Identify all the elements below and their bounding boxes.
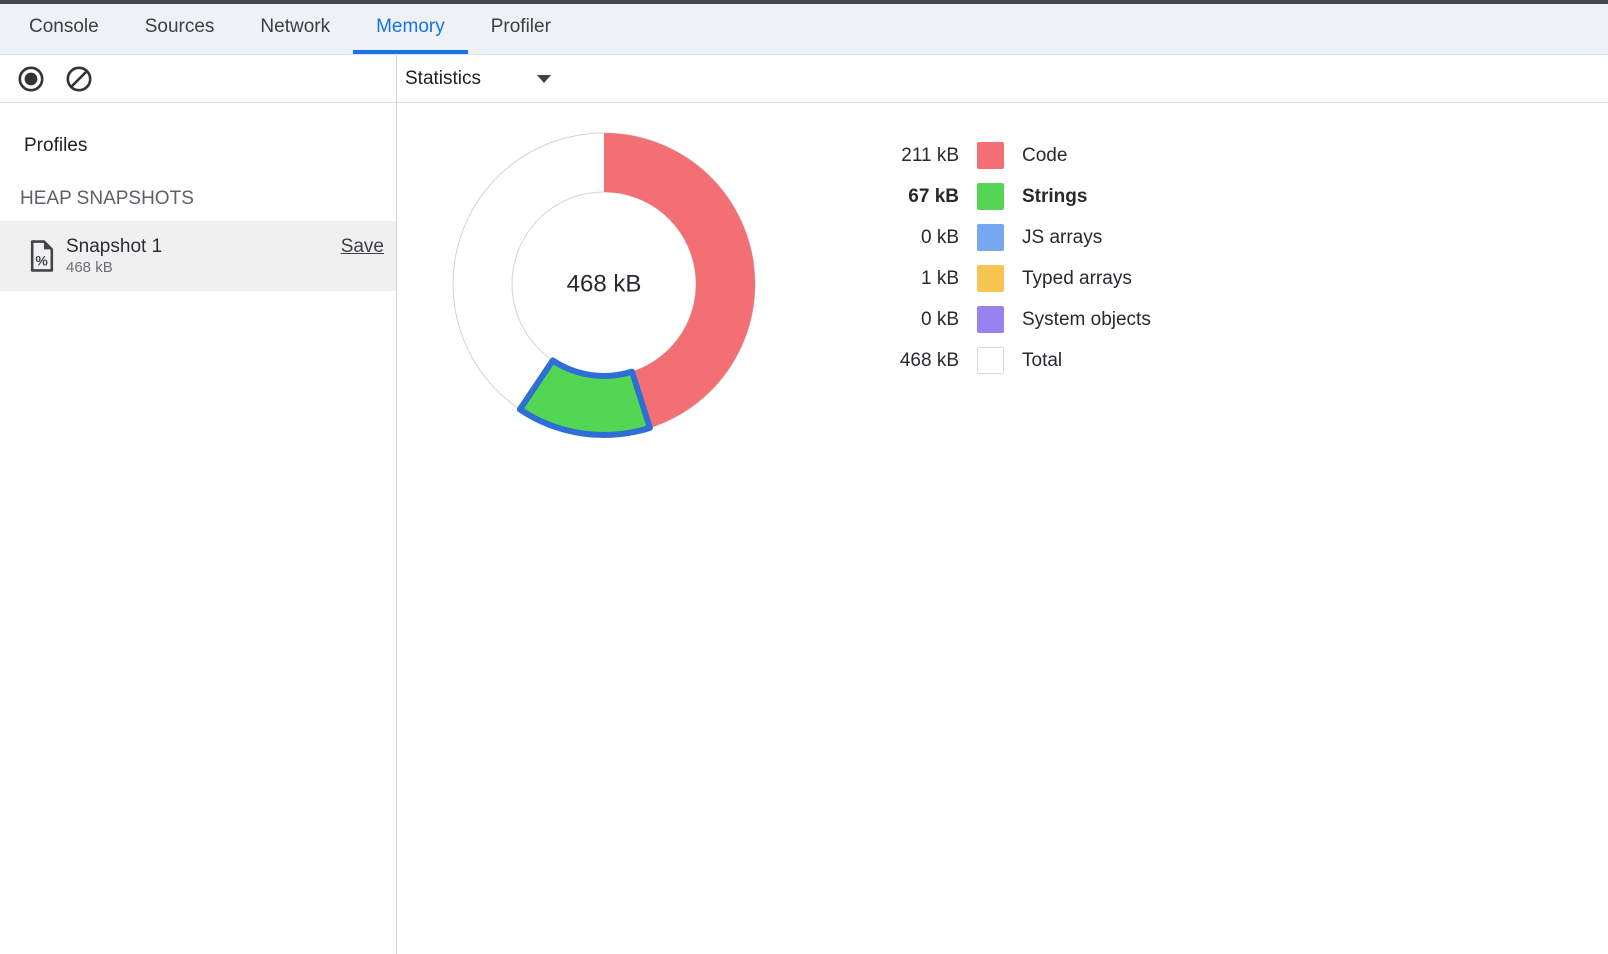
legend-label: Total — [1022, 350, 1062, 372]
heap-snapshot-icon: % — [30, 239, 54, 273]
profiles-toolbar — [0, 55, 396, 103]
legend-swatch-icon — [977, 142, 1004, 169]
perspective-select[interactable]: Statistics — [405, 68, 551, 90]
profiles-sidebar: Profiles HEAP SNAPSHOTS % Snapshot 1 468… — [0, 103, 396, 954]
legend-label: Strings — [1022, 186, 1087, 208]
legend-value: 0 kB — [829, 309, 959, 331]
legend-row-strings: 67 kB Strings — [829, 176, 1151, 217]
legend-swatch-icon — [977, 306, 1004, 333]
memory-view-toolbar: Statistics — [397, 55, 1608, 103]
snapshot-list-item[interactable]: % Snapshot 1 468 kB Save — [0, 221, 396, 291]
record-icon — [17, 65, 45, 93]
right-pane: Statistics 468 kB 211 kB Code 67 kB Stri… — [397, 55, 1608, 954]
statistics-view: 468 kB 211 kB Code 67 kB Strings 0 kB JS… — [397, 103, 1608, 954]
legend-row-typed-arrays: 1 kB Typed arrays — [829, 258, 1151, 299]
record-button[interactable] — [17, 65, 45, 93]
legend-swatch-icon — [977, 347, 1004, 374]
legend-swatch-icon — [977, 183, 1004, 210]
snapshot-size: 468 kB — [66, 259, 162, 277]
left-pane: Profiles HEAP SNAPSHOTS % Snapshot 1 468… — [0, 55, 397, 954]
legend-row-code: 211 kB Code — [829, 135, 1151, 176]
legend-value: 67 kB — [829, 186, 959, 208]
tab-sources[interactable]: Sources — [122, 4, 238, 54]
save-link[interactable]: Save — [341, 236, 384, 258]
legend-label: Code — [1022, 145, 1067, 167]
legend-value: 1 kB — [829, 268, 959, 290]
legend-row-js-arrays: 0 kB JS arrays — [829, 217, 1151, 258]
legend-swatch-icon — [977, 265, 1004, 292]
legend-swatch-icon — [977, 224, 1004, 251]
perspective-select-value: Statistics — [405, 68, 481, 90]
legend-label: System objects — [1022, 309, 1151, 331]
tab-bar: ConsoleSourcesNetworkMemoryProfiler — [0, 4, 1608, 55]
panel-body: Profiles HEAP SNAPSHOTS % Snapshot 1 468… — [0, 55, 1608, 954]
legend-row-total: 468 kB Total — [829, 340, 1151, 381]
donut-center-label: 468 kB — [567, 271, 642, 298]
tab-network[interactable]: Network — [237, 4, 353, 54]
legend-label: JS arrays — [1022, 227, 1102, 249]
clear-profiles-button[interactable] — [65, 65, 93, 93]
clear-icon — [65, 65, 93, 93]
caret-down-icon — [537, 75, 551, 83]
heap-snapshots-heading: HEAP SNAPSHOTS — [20, 188, 396, 210]
legend-label: Typed arrays — [1022, 268, 1132, 290]
donut-chart-container: 468 kB — [439, 119, 769, 449]
donut-chart: 468 kB — [439, 119, 769, 449]
profiles-heading: Profiles — [24, 135, 396, 157]
devtools-window: ConsoleSourcesNetworkMemoryProfiler — [0, 0, 1608, 954]
legend-value: 468 kB — [829, 350, 959, 372]
snapshot-title: Snapshot 1 — [66, 235, 162, 259]
tab-memory[interactable]: Memory — [353, 4, 468, 54]
tab-profiler[interactable]: Profiler — [468, 4, 574, 54]
legend-value: 211 kB — [829, 145, 959, 167]
svg-text:%: % — [35, 253, 48, 269]
tab-console[interactable]: Console — [6, 4, 122, 54]
chart-legend: 211 kB Code 67 kB Strings 0 kB JS arrays… — [829, 135, 1151, 381]
legend-value: 0 kB — [829, 227, 959, 249]
legend-row-system-objects: 0 kB System objects — [829, 299, 1151, 340]
donut-slice-strings[interactable] — [520, 360, 650, 435]
